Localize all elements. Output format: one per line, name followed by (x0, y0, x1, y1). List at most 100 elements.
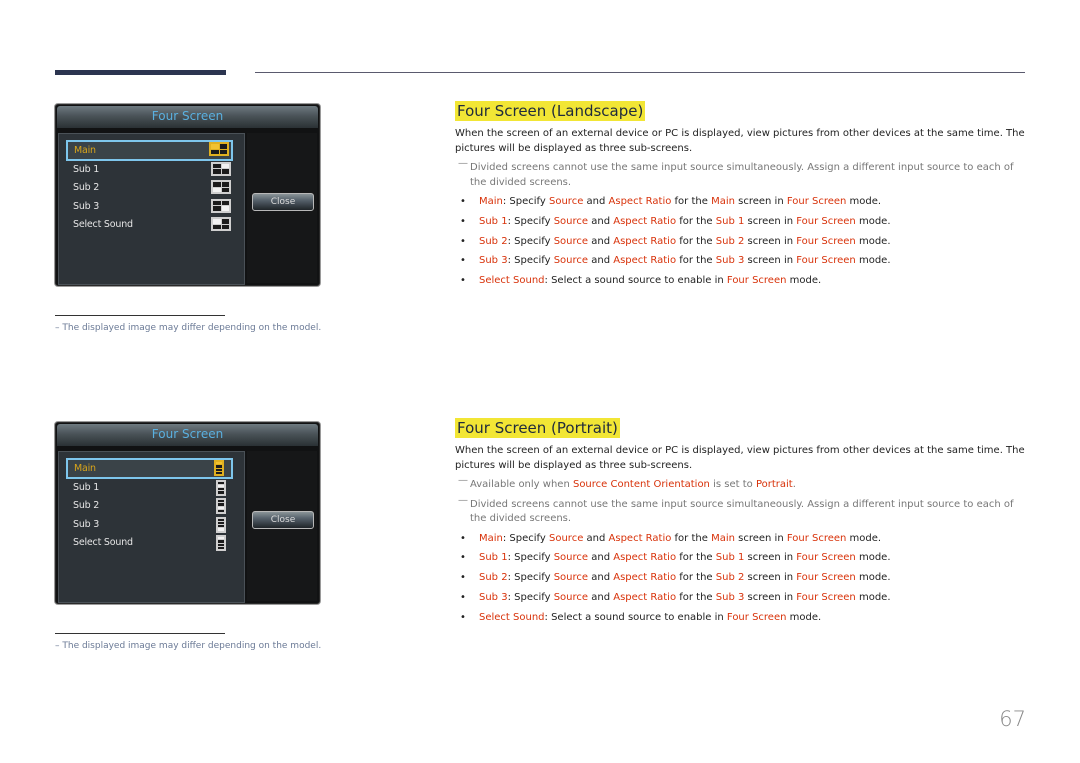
menu-title: Four Screen (57, 106, 318, 128)
menu-term: Sub 1 (715, 552, 745, 564)
text-run: for the (676, 255, 716, 267)
grid-main-icon (209, 142, 229, 156)
menu-term: Select Sound (479, 275, 545, 287)
text-run: . (792, 479, 796, 490)
bullet-item: • Sub 3: Specify Source and Aspect Ratio … (455, 254, 1030, 268)
menu-item-label: Sub 2 (73, 500, 100, 511)
menu-item-label: Sub 2 (73, 182, 100, 193)
menu-item-label: Sub 1 (73, 163, 100, 175)
text-run: screen in (744, 255, 797, 267)
bullet-item: • Main: Specify Source and Aspect Ratio f… (455, 532, 1030, 546)
bullet-icon: • (460, 215, 466, 227)
menu-term: Four Screen (796, 215, 856, 227)
menu-term: Sub 3 (479, 591, 508, 603)
bullet-item: • Sub 1: Specify Source and Aspect Ratio … (455, 551, 1030, 565)
column-main-icon (214, 460, 224, 476)
column-sub2-icon (216, 498, 226, 514)
menu-side-panel: Close (247, 133, 317, 283)
section-four-screen-landscape: Four Screen (Landscape) When the screen … (455, 101, 1030, 294)
bullet-icon: • (460, 552, 466, 564)
text-run: and (583, 196, 609, 207)
menu-term: Four Screen (726, 611, 787, 623)
section-four-screen-portrait: Four Screen (Portrait) When the screen o… (455, 418, 1030, 630)
notes: — Divided screens cannot use the same inp… (455, 158, 1030, 190)
grid-sound-icon (211, 217, 231, 231)
menu-item-sub-2[interactable]: Sub 2 (67, 179, 233, 196)
grid-sub1-icon (211, 161, 231, 176)
text-run: screen in (744, 235, 797, 247)
menu-term: Sub 2 (715, 235, 745, 247)
menu-item-sub-1[interactable]: Sub 1 (67, 161, 233, 178)
menu-term: Aspect Ratio (613, 255, 677, 267)
text-run: Divided screens cannot use the same inpu… (470, 498, 1014, 525)
text-run: : Specify (507, 572, 554, 584)
footnote: – The displayed image may differ dependi… (55, 641, 322, 651)
menu-term: Source (553, 591, 589, 603)
bullet-list: • Main: Specify Source and Aspect Ratio f… (455, 195, 1030, 288)
text-run: Divided screens cannot use the same inpu… (470, 162, 1014, 188)
text-run: for the (676, 215, 716, 227)
text-run: screen in (744, 215, 797, 227)
text-run: mode. (855, 591, 891, 603)
text-run: and (588, 215, 614, 227)
bullet-item: • Main: Specify Source and Aspect Ratio f… (455, 195, 1030, 209)
menu-term: Select Sound (479, 611, 545, 623)
menu-term: Four Screen (726, 275, 787, 287)
text-run: mode. (846, 532, 882, 544)
bullet-icon: • (460, 235, 466, 247)
text-run: for the (671, 532, 712, 544)
menu-item-sub-3[interactable]: Sub 3 (67, 198, 233, 215)
menu-term: Sub 2 (715, 572, 745, 584)
text-run: for the (676, 572, 716, 584)
menu-item-sub-3[interactable]: Sub 3 (67, 516, 233, 533)
menu-item-label: Select Sound (73, 537, 133, 548)
menu-term: Four Screen (796, 591, 856, 603)
menu-item-sub-2[interactable]: Sub 2 (67, 497, 233, 514)
menu-side-panel: Close (247, 451, 317, 601)
menu-item-label: Main (74, 145, 96, 156)
text-run: mode. (846, 196, 882, 207)
menu-term: Sub 1 (715, 215, 745, 227)
text-run: and (588, 235, 614, 247)
note: — Available only when Source Content Orie… (455, 475, 1025, 493)
menu-item-label: Sub 3 (73, 200, 100, 212)
text-run: Available only when (470, 479, 573, 490)
menu-term: Sub 1 (479, 215, 508, 227)
menu-term: Aspect Ratio (613, 552, 677, 564)
menu-item-label: Main (74, 463, 96, 474)
menu-list: Main Sub 1 Sub 2 Sub 3 Select Sound (58, 133, 245, 285)
note-dash-icon: — (458, 475, 468, 486)
bullet-item: • Sub 1: Specify Source and Aspect Ratio … (455, 215, 1030, 229)
menu-item-label: Sub 1 (73, 481, 100, 493)
menu-item-main[interactable]: Main (66, 140, 233, 161)
text-run: mode. (855, 572, 891, 584)
text-run: and (588, 552, 614, 564)
column-sound-icon (216, 535, 226, 551)
text-run: screen in (734, 532, 787, 544)
text-run: for the (676, 552, 716, 564)
menu-item-sub-1[interactable]: Sub 1 (67, 479, 233, 496)
menu-item-select-sound[interactable]: Select Sound (67, 216, 233, 233)
text-run: screen in (744, 552, 797, 564)
bullet-icon: • (460, 591, 466, 603)
close-button[interactable]: Close (252, 511, 314, 529)
bullet-icon: • (460, 255, 466, 267)
page-number: 67 (999, 707, 1026, 731)
menu-term: Source (553, 235, 589, 247)
menu-term: Aspect Ratio (613, 572, 677, 584)
menu-item-main[interactable]: Main (66, 458, 233, 479)
menu-term: Aspect Ratio (613, 235, 677, 247)
menu-item-select-sound[interactable]: Select Sound (67, 534, 233, 551)
text-run: for the (676, 591, 716, 603)
bullet-item: • Select Sound: Select a sound source to … (455, 611, 1030, 625)
text-run: screen in (734, 196, 787, 207)
note-dash-icon: — (458, 158, 468, 169)
menu-term: Aspect Ratio (608, 532, 672, 544)
close-button[interactable]: Close (252, 193, 314, 211)
bullet-icon: • (460, 532, 466, 544)
text-run: : Select a sound source to enable in (544, 275, 727, 287)
bullet-icon: • (460, 275, 466, 287)
column-sub3-icon (216, 516, 226, 533)
menu-list: Main Sub 1 Sub 2 Sub 3 Select Sound (58, 451, 245, 603)
section-description: When the screen of an external device or… (455, 445, 1025, 471)
